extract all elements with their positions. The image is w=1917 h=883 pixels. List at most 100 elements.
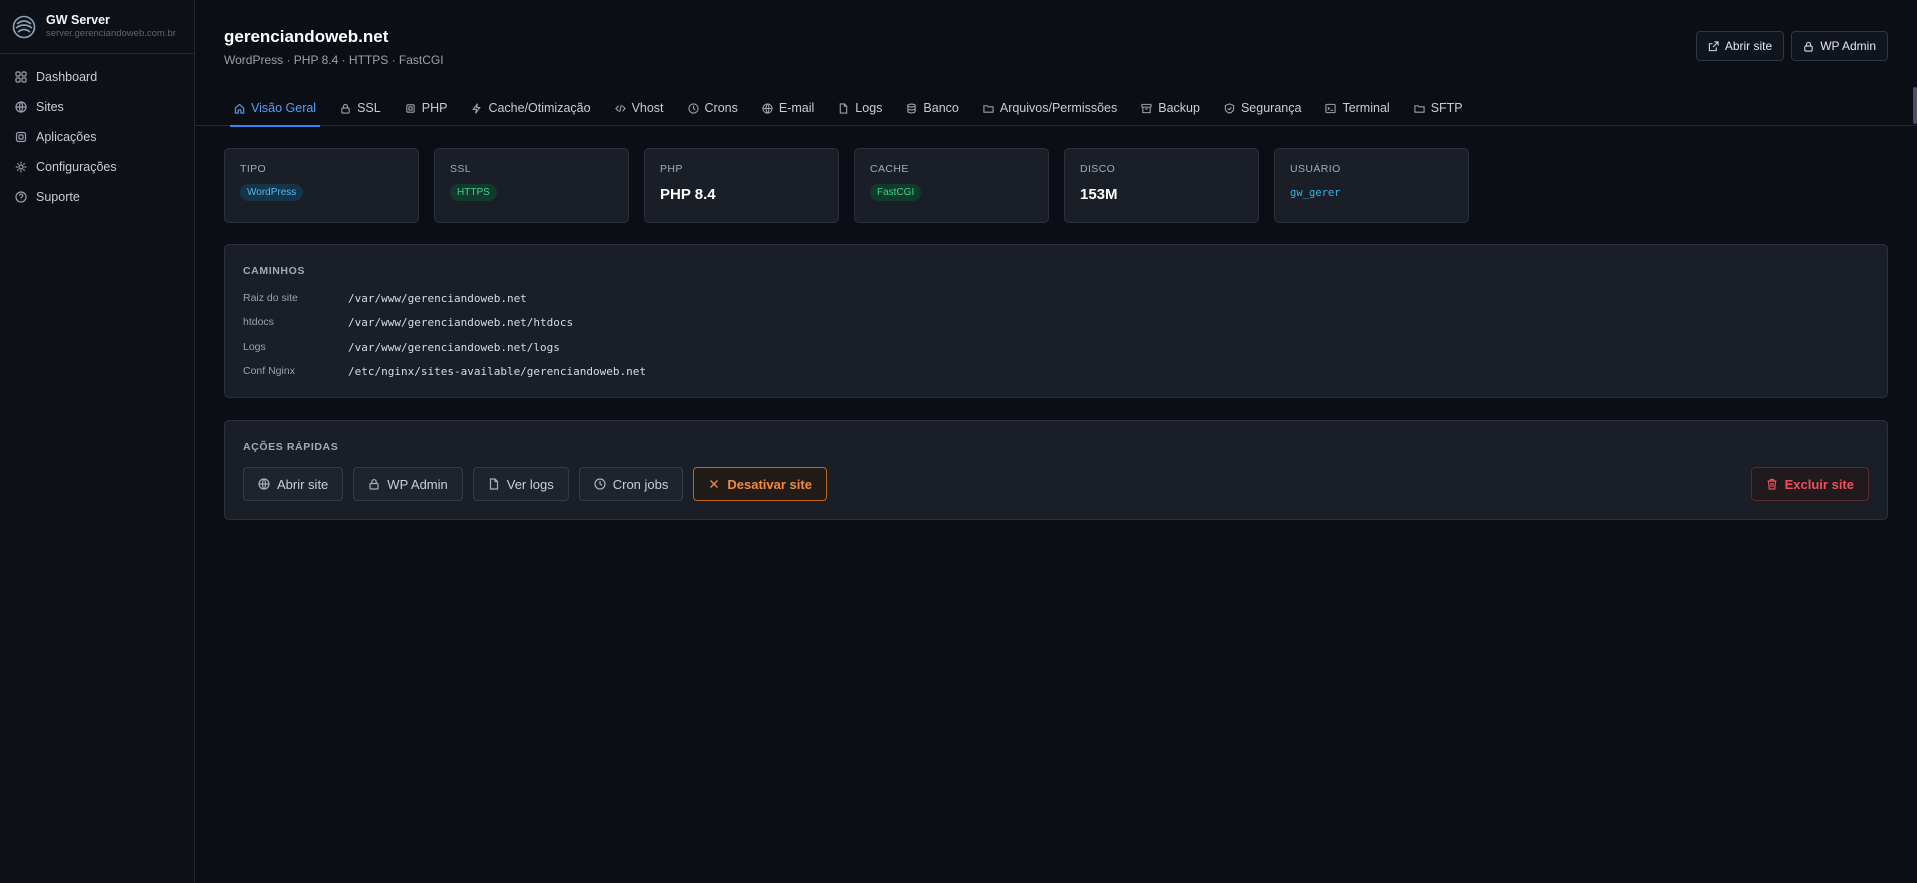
page-header: gerenciandoweb.net WordPress · PHP 8.4 ·… [224, 26, 444, 67]
file-icon [489, 478, 498, 490]
card-cache: CACHE FastCGI [854, 148, 1049, 223]
tab-banco[interactable]: Banco [894, 90, 970, 126]
tab-ssl[interactable]: SSL [328, 90, 393, 126]
disable-site-button[interactable]: Desativar site [693, 467, 827, 501]
help-icon [15, 191, 27, 203]
tab-label: Terminal [1342, 101, 1390, 115]
card-label: TIPO [240, 163, 267, 175]
path-value: /etc/nginx/sites-available/gerenciandowe… [348, 364, 647, 378]
card-label: SSL [450, 163, 472, 175]
tab-visao-geral[interactable]: Visão Geral [222, 90, 328, 127]
lock-icon [369, 479, 379, 490]
wp-admin-button[interactable]: WP Admin [1791, 31, 1888, 61]
tab-label: Visão Geral [251, 101, 317, 115]
tab-vhost[interactable]: Vhost [603, 90, 676, 126]
brand[interactable]: GW Server server.gerenciandoweb.com.br [0, 0, 194, 54]
path-value: /var/www/gerenciandoweb.net [348, 291, 527, 305]
quick-open-site-button[interactable]: Abrir site [243, 467, 344, 501]
card-disco: DISCO 153M [1064, 148, 1259, 223]
button-label: Cron jobs [612, 476, 669, 492]
sidebar-nav: Dashboard Sites Aplicações Configurações… [0, 54, 194, 212]
sidebar-item-label: Sites [36, 100, 64, 114]
tab-label: Vhost [631, 101, 664, 115]
header-actions: Abrir site WP Admin [1695, 31, 1888, 61]
tab-label: Arquivos/Permissões [999, 101, 1118, 115]
path-row-root: Raiz do site /var/www/gerenciandoweb.net [243, 290, 527, 306]
path-label: Conf Nginx [243, 365, 295, 377]
tab-php[interactable]: PHP [393, 90, 460, 126]
sidebar-item-suporte[interactable]: Suporte [0, 182, 194, 212]
card-tipo: TIPO WordPress [224, 148, 419, 223]
sidebar-item-configuracoes[interactable]: Configurações [0, 152, 194, 182]
tab-e-mail[interactable]: E-mail [750, 90, 826, 126]
path-row-logs: Logs /var/www/gerenciandoweb.net/logs [243, 339, 560, 355]
card-ssl: SSL HTTPS [434, 148, 629, 223]
sidebar-item-aplicacoes[interactable]: Aplicações [0, 122, 194, 152]
tab-terminal[interactable]: Terminal [1313, 90, 1401, 126]
open-site-button[interactable]: Abrir site [1695, 31, 1785, 61]
sidebar-item-sites[interactable]: Sites [0, 92, 194, 122]
ssl-badge: HTTPS [450, 184, 497, 201]
sidebar-item-label: Suporte [36, 190, 80, 204]
lock-icon [1804, 41, 1813, 52]
quick-wp-admin-button[interactable]: WP Admin [353, 467, 463, 501]
stat-cards: TIPO WordPress SSL HTTPS PHP PHP 8.4 CAC… [224, 148, 1469, 223]
sidebar-item-label: Dashboard [36, 70, 98, 84]
path-label: htdocs [243, 316, 274, 328]
page-title: gerenciandoweb.net [224, 27, 389, 46]
sidebar-item-dashboard[interactable]: Dashboard [0, 62, 194, 92]
grid-icon [15, 71, 27, 83]
brand-name: GW Server [46, 13, 110, 27]
main-content: gerenciandoweb.net WordPress · PHP 8.4 ·… [195, 0, 1917, 883]
trash-icon [1767, 478, 1777, 490]
path-value: /var/www/gerenciandoweb.net/logs [348, 340, 560, 354]
delete-site-button[interactable]: Excluir site [1750, 467, 1869, 501]
tab-seguranca[interactable]: Segurança [1212, 90, 1313, 126]
tab-logs[interactable]: Logs [826, 90, 894, 126]
paths-panel: CAMINHOS Raiz do site /var/www/gerencian… [224, 244, 1888, 398]
php-version-value: PHP 8.4 [660, 186, 716, 203]
path-label: Logs [243, 341, 266, 353]
cache-badge: FastCGI [870, 184, 922, 201]
system-user-value: gw_gerer [1290, 187, 1341, 199]
tab-label: SSL [357, 101, 381, 115]
card-label: DISCO [1080, 163, 1116, 175]
card-label: USUÁRIO [1290, 163, 1341, 175]
shield-icon [1224, 102, 1235, 114]
tab-label: Banco [923, 101, 959, 115]
button-label: WP Admin [387, 476, 448, 492]
quick-actions: Abrir site WP Admin Ver logs Cron jobs D… [243, 467, 827, 501]
quick-actions-panel: AÇÕES RÁPIDAS Abrir site WP Admin Ver lo… [224, 420, 1888, 520]
cron-jobs-button[interactable]: Cron jobs [578, 467, 684, 501]
tab-crons[interactable]: Crons [676, 90, 750, 126]
button-label: Abrir site [277, 476, 329, 492]
code-icon [614, 104, 626, 112]
globe-icon [762, 102, 773, 114]
tab-sftp[interactable]: SFTP [1402, 90, 1475, 126]
card-usuario: USUÁRIO gw_gerer [1274, 148, 1469, 223]
sidebar-item-label: Configurações [36, 160, 117, 174]
view-logs-button[interactable]: Ver logs [472, 467, 569, 501]
tab-scrollbar[interactable] [1913, 87, 1917, 124]
button-label: Desativar site [727, 476, 812, 492]
globe-icon [15, 101, 27, 113]
gear-icon [15, 161, 27, 173]
tab-label: Cache/Otimização [488, 101, 591, 115]
clock-icon [594, 478, 606, 490]
tab-arquivos-permissoes[interactable]: Arquivos/Permissões [971, 90, 1129, 126]
brand-logo-icon [10, 13, 38, 41]
path-row-nginx-conf: Conf Nginx /etc/nginx/sites-available/ge… [243, 363, 646, 379]
paths-title: CAMINHOS [243, 265, 305, 277]
archive-icon [1141, 103, 1152, 113]
close-icon [710, 480, 719, 488]
wp-admin-label: WP Admin [1820, 39, 1876, 53]
open-site-label: Abrir site [1724, 39, 1773, 53]
tab-label: Segurança [1240, 101, 1302, 115]
tab-cache-otimizacao[interactable]: Cache/Otimização [459, 90, 602, 126]
path-row-htdocs: htdocs /var/www/gerenciandoweb.net/htdoc… [243, 314, 573, 330]
tab-label: Logs [855, 101, 883, 115]
tab-backup[interactable]: Backup [1129, 90, 1212, 126]
button-label: Ver logs [506, 476, 554, 492]
chip-icon [406, 103, 415, 113]
terminal-icon [1325, 103, 1337, 113]
